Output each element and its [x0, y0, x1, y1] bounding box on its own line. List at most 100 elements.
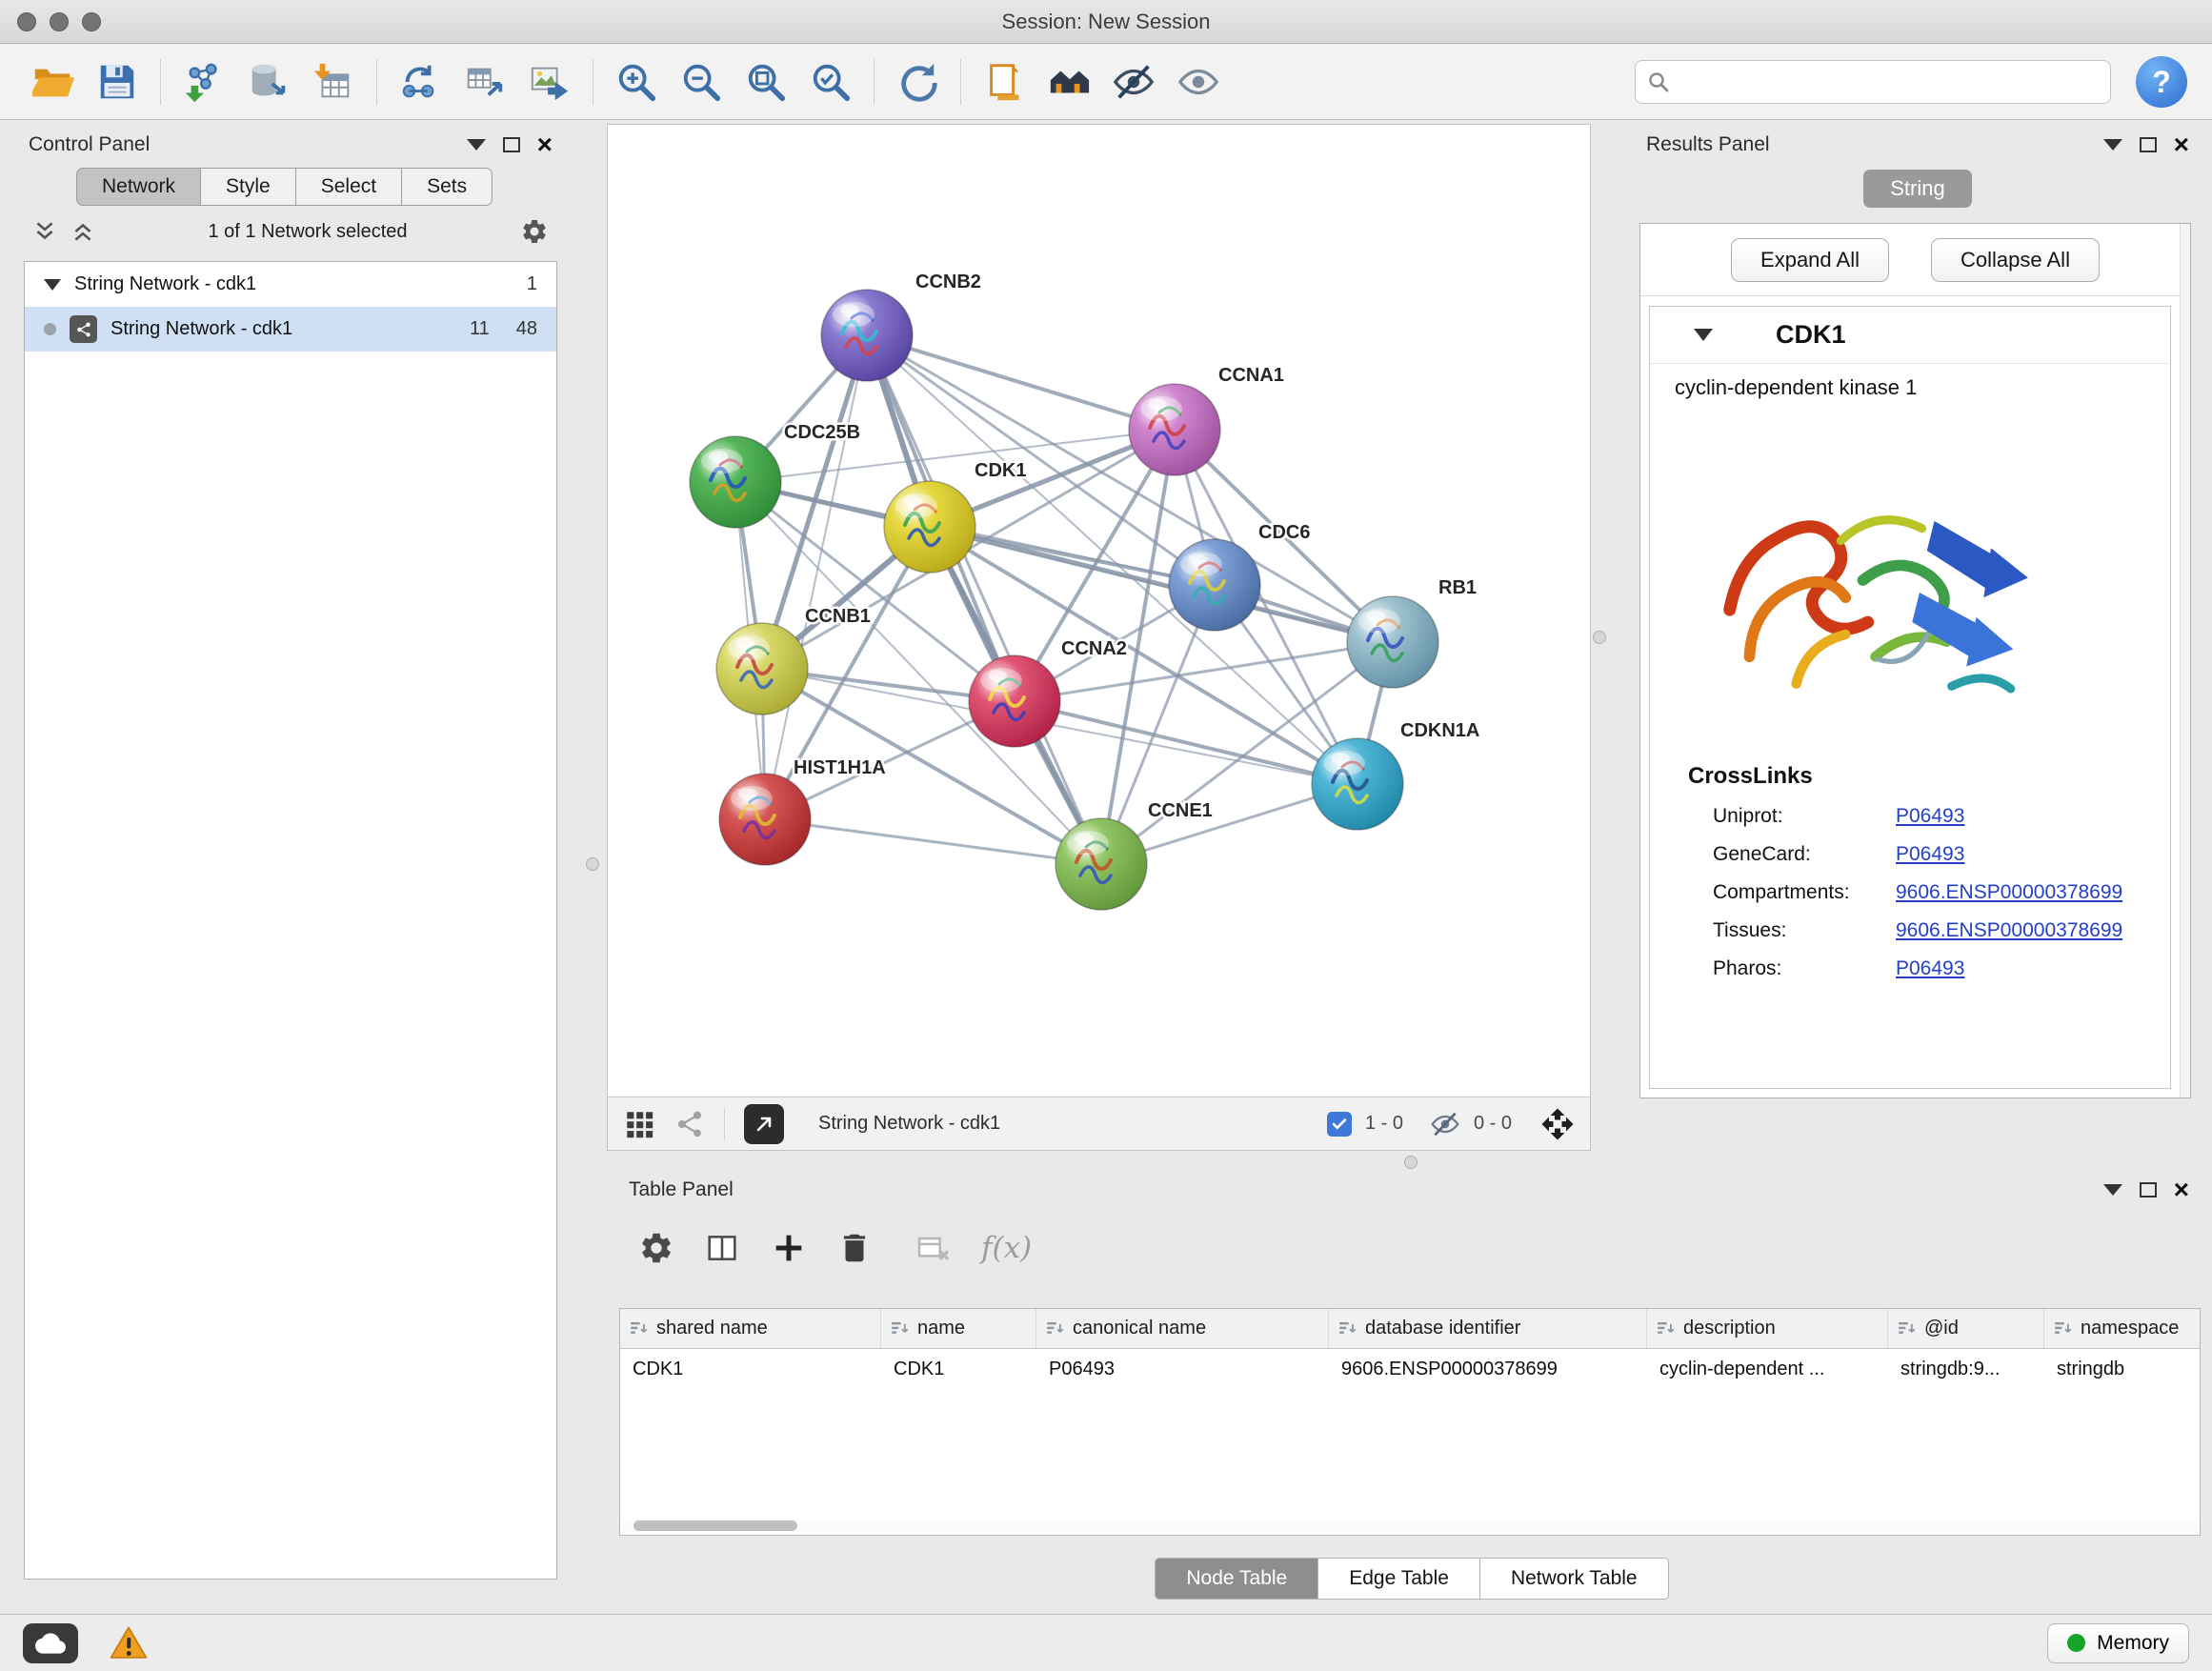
- column-header-description[interactable]: description: [1647, 1309, 1888, 1348]
- network-node-CDC25B[interactable]: [690, 436, 781, 528]
- table-settings-gear-icon[interactable]: [638, 1230, 674, 1266]
- crosslink-value-link[interactable]: 9606.ENSP00000378699: [1896, 919, 2122, 942]
- network-row[interactable]: String Network - cdk1 11 48: [25, 307, 556, 352]
- table-horizontal-scrollbar[interactable]: [622, 1519, 2198, 1533]
- network-node-RB1[interactable]: [1347, 596, 1438, 688]
- column-header-database-identifier[interactable]: database identifier: [1329, 1309, 1647, 1348]
- cloud-sync-button[interactable]: [23, 1623, 78, 1663]
- table-cell[interactable]: CDK1: [881, 1349, 1036, 1389]
- import-network-file-button[interactable]: [176, 52, 231, 111]
- table-cell[interactable]: cyclin-dependent ...: [1647, 1349, 1888, 1389]
- warning-icon[interactable]: [109, 1623, 149, 1663]
- apply-layout-button[interactable]: [890, 52, 945, 111]
- table-row[interactable]: CDK1CDK1P064939606.ENSP00000378699cyclin…: [620, 1349, 2200, 1389]
- crosslink-value-link[interactable]: P06493: [1896, 805, 1964, 828]
- show-columns-icon[interactable]: [703, 1229, 741, 1267]
- function-builder-button[interactable]: f(x): [981, 1231, 1032, 1265]
- network-view[interactable]: CCNB2CCNA1CDC25BCDK1CDC6RB1CCNB1CCNA2CDK…: [607, 124, 1591, 1151]
- scrollbar-thumb[interactable]: [633, 1520, 797, 1531]
- splitter-handle[interactable]: [1404, 1156, 1418, 1169]
- zoom-out-button[interactable]: [674, 52, 729, 111]
- hide-selected-button[interactable]: [1106, 52, 1161, 111]
- network-node-CDK1[interactable]: [884, 481, 975, 573]
- pan-move-icon[interactable]: [1540, 1107, 1575, 1141]
- crosslink-value-link[interactable]: 9606.ENSP00000378699: [1896, 881, 2122, 904]
- panel-menu-icon[interactable]: [467, 139, 486, 151]
- network-node-CDC6[interactable]: [1169, 539, 1260, 631]
- collapse-all-icon[interactable]: [32, 219, 57, 244]
- birdseye-view-icon[interactable]: [674, 1109, 705, 1139]
- close-panel-button[interactable]: ×: [2174, 131, 2189, 158]
- gear-icon[interactable]: [520, 217, 549, 246]
- expand-all-button[interactable]: Expand All: [1731, 238, 1889, 282]
- table-cell[interactable]: P06493: [1036, 1349, 1329, 1389]
- section-collapse-icon[interactable]: [1694, 329, 1713, 341]
- tab-network-table[interactable]: Network Table: [1480, 1558, 1669, 1600]
- close-panel-button[interactable]: ×: [537, 131, 553, 158]
- tab-network[interactable]: Network: [76, 168, 201, 206]
- panel-menu-icon[interactable]: [2103, 139, 2122, 151]
- crosslink-value-link[interactable]: P06493: [1896, 843, 1964, 866]
- network-node-CCNB2[interactable]: [821, 290, 913, 381]
- collection-expander-icon[interactable]: [44, 279, 61, 291]
- open-session-button[interactable]: [25, 52, 80, 111]
- tab-string[interactable]: String: [1863, 170, 1971, 208]
- grid-view-icon[interactable]: [623, 1108, 655, 1140]
- table-cell[interactable]: stringdb:9...: [1888, 1349, 2044, 1389]
- column-header-name[interactable]: name: [881, 1309, 1036, 1348]
- network-node-CCNA1[interactable]: [1129, 384, 1220, 475]
- minimize-window-button[interactable]: [50, 12, 69, 31]
- table-cell[interactable]: CDK1: [620, 1349, 881, 1389]
- table-cell[interactable]: 9606.ENSP00000378699: [1329, 1349, 1647, 1389]
- collapse-all-button[interactable]: Collapse All: [1931, 238, 2100, 282]
- column-header-shared-name[interactable]: shared name: [620, 1309, 881, 1348]
- add-column-icon[interactable]: [770, 1229, 808, 1267]
- zoom-window-button[interactable]: [82, 12, 101, 31]
- network-node-CCNA2[interactable]: [969, 655, 1060, 747]
- import-table-button[interactable]: [306, 52, 361, 111]
- close-panel-button[interactable]: ×: [2174, 1177, 2189, 1203]
- network-collection-row[interactable]: String Network - cdk1 1: [25, 262, 556, 307]
- memory-button[interactable]: Memory: [2047, 1623, 2189, 1663]
- column-header-canonical-name[interactable]: canonical name: [1036, 1309, 1329, 1348]
- zoom-in-button[interactable]: [609, 52, 664, 111]
- tab-node-table[interactable]: Node Table: [1155, 1558, 1318, 1600]
- network-node-CCNE1[interactable]: [1056, 818, 1147, 910]
- import-network-database-button[interactable]: [241, 52, 296, 111]
- search-box[interactable]: [1635, 60, 2111, 104]
- crosslink-value-link[interactable]: P06493: [1896, 957, 1964, 980]
- search-input[interactable]: [1679, 71, 2099, 93]
- results-scrollbar[interactable]: [2180, 224, 2190, 1097]
- export-view-button[interactable]: [744, 1104, 784, 1144]
- tab-edge-table[interactable]: Edge Table: [1318, 1558, 1480, 1600]
- panel-menu-icon[interactable]: [2103, 1184, 2122, 1196]
- expand-all-icon[interactable]: [70, 219, 95, 244]
- zoom-fit-button[interactable]: [738, 52, 794, 111]
- save-session-button[interactable]: [90, 52, 145, 111]
- network-node-HIST1H1A[interactable]: [719, 774, 811, 865]
- close-window-button[interactable]: [17, 12, 36, 31]
- float-panel-button[interactable]: [2140, 137, 2157, 152]
- network-node-CCNB1[interactable]: [716, 623, 808, 715]
- network-node-CDKN1A[interactable]: [1312, 738, 1403, 830]
- network-canvas[interactable]: CCNB2CCNA1CDC25BCDK1CDC6RB1CCNB1CCNA2CDK…: [608, 125, 1590, 1097]
- column-header-namespace[interactable]: namespace: [2044, 1309, 2201, 1348]
- selected-checkbox[interactable]: [1327, 1112, 1352, 1137]
- splitter-handle[interactable]: [586, 857, 599, 871]
- export-network-button[interactable]: [392, 52, 448, 111]
- network-graph[interactable]: CCNB2CCNA1CDC25BCDK1CDC6RB1CCNB1CCNA2CDK…: [608, 125, 1590, 1097]
- tab-select[interactable]: Select: [296, 168, 402, 206]
- tab-sets[interactable]: Sets: [402, 168, 493, 206]
- float-panel-button[interactable]: [2140, 1182, 2157, 1198]
- table-cell[interactable]: stringdb: [2044, 1349, 2201, 1389]
- export-image-button[interactable]: [522, 52, 577, 111]
- column-header--id[interactable]: @id: [1888, 1309, 2044, 1348]
- delete-column-icon[interactable]: [836, 1230, 873, 1266]
- help-button[interactable]: ?: [2136, 56, 2187, 108]
- document-button[interactable]: [976, 52, 1032, 111]
- show-all-button[interactable]: [1171, 52, 1226, 111]
- first-neighbors-button[interactable]: [1041, 52, 1096, 111]
- zoom-selected-button[interactable]: [803, 52, 858, 111]
- float-panel-button[interactable]: [503, 137, 520, 152]
- tab-style[interactable]: Style: [201, 168, 296, 206]
